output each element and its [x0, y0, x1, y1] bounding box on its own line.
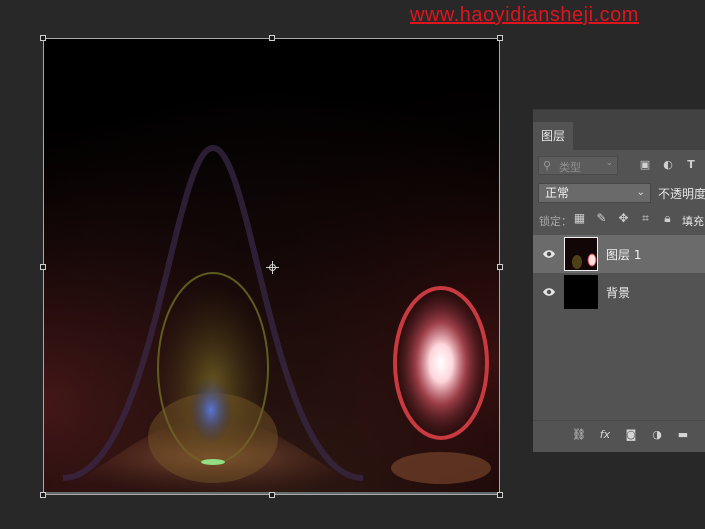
layer-name: 背景: [606, 286, 631, 300]
adjustment-filter-icon[interactable]: ◐: [661, 158, 675, 172]
tab-layers[interactable]: 图层: [533, 122, 573, 150]
transform-handle-middle-right[interactable]: [497, 264, 503, 270]
layers-panel: 图层 ⚲ 类型 ⌄ ▣ ◐ T 正常 ⌄ 不透明度 锁定： ▦ ✎ ✥ ⌗ 🔒︎…: [533, 109, 705, 452]
mask-icon[interactable]: ◙: [623, 428, 639, 442]
filter-kind-placeholder: 类型: [559, 161, 581, 174]
lock-all-icon[interactable]: 🔒︎: [660, 211, 675, 226]
panel-tab-bar: 图层: [533, 110, 705, 150]
layer-thumbnail: [564, 237, 598, 271]
lock-image-icon[interactable]: ✎: [594, 211, 609, 226]
transform-handle-bottom-middle[interactable]: [269, 492, 275, 498]
lock-transparency-icon[interactable]: ▦: [572, 211, 587, 226]
fx-icon[interactable]: fx: [597, 428, 613, 442]
type-filter-icon[interactable]: T: [684, 158, 698, 172]
transform-handle-top-left[interactable]: [40, 35, 46, 41]
image-filter-icon[interactable]: ▣: [638, 158, 652, 172]
layer-row[interactable]: 图层 1: [533, 235, 705, 273]
layer-thumbnail: [564, 275, 598, 309]
chevron-down-icon: ⌄: [636, 187, 645, 198]
layers-panel-footer: ⛓ fx ◙ ◑ ▬: [533, 420, 705, 449]
transform-pivot-icon[interactable]: [266, 261, 279, 274]
layer-filter-kind-select[interactable]: ⚲ 类型 ⌄: [538, 156, 618, 175]
watermark-url: www.haoyidiansheji.com: [410, 4, 639, 26]
link-icon[interactable]: ⛓: [571, 428, 587, 442]
blend-row: 正常 ⌄ 不透明度: [538, 183, 705, 205]
opacity-label: 不透明度: [658, 187, 705, 201]
visibility-eye-icon[interactable]: [542, 286, 556, 298]
visibility-eye-icon[interactable]: [542, 248, 556, 260]
lock-label: 锁定：: [539, 215, 572, 228]
transform-handle-bottom-left[interactable]: [40, 492, 46, 498]
layer-row[interactable]: 背景: [533, 273, 705, 311]
transform-handle-top-middle[interactable]: [269, 35, 275, 41]
blend-mode-value: 正常: [545, 186, 570, 200]
transform-handle-top-right[interactable]: [497, 35, 503, 41]
layer-filter-row: ⚲ 类型 ⌄ ▣ ◐ T: [538, 156, 705, 176]
transform-handle-middle-left[interactable]: [40, 264, 46, 270]
blend-mode-select[interactable]: 正常 ⌄: [538, 183, 651, 203]
lock-position-icon[interactable]: ✥: [616, 211, 631, 226]
chevron-down-icon: ⌄: [605, 158, 613, 168]
adjustment-icon[interactable]: ◑: [649, 428, 665, 442]
fill-label: 填充: [682, 215, 704, 228]
lock-artboard-icon[interactable]: ⌗: [638, 211, 653, 226]
search-icon: ⚲: [543, 159, 552, 172]
folder-icon[interactable]: ▬: [675, 428, 691, 442]
transform-handle-bottom-right[interactable]: [497, 492, 503, 498]
layer-name: 图层 1: [606, 248, 642, 262]
lock-row: 锁定： ▦ ✎ ✥ ⌗ 🔒︎ 填充: [538, 210, 705, 230]
